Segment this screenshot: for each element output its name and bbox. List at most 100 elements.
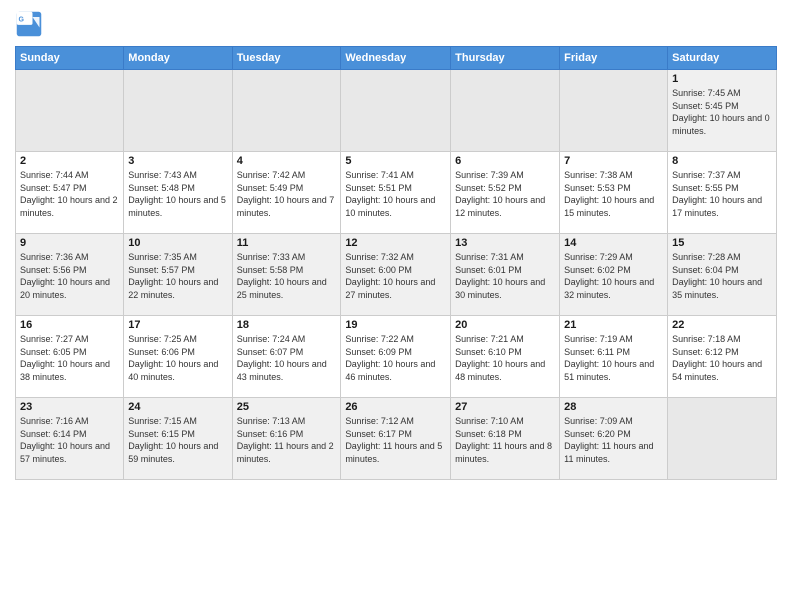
day-number: 27 xyxy=(455,401,555,413)
logo: G xyxy=(15,10,47,38)
day-info: Sunrise: 7:37 AM Sunset: 5:55 PM Dayligh… xyxy=(672,169,772,219)
calendar-week-row: 9 Sunrise: 7:36 AM Sunset: 5:56 PM Daylig… xyxy=(16,234,777,316)
day-number: 3 xyxy=(128,155,227,167)
day-info: Sunrise: 7:36 AM Sunset: 5:56 PM Dayligh… xyxy=(20,251,119,301)
day-info: Sunrise: 7:31 AM Sunset: 6:01 PM Dayligh… xyxy=(455,251,555,301)
day-header-saturday: Saturday xyxy=(668,47,777,70)
day-info: Sunrise: 7:22 AM Sunset: 6:09 PM Dayligh… xyxy=(345,333,446,383)
day-info: Sunrise: 7:13 AM Sunset: 6:16 PM Dayligh… xyxy=(237,415,337,465)
day-number: 13 xyxy=(455,237,555,249)
calendar-header-row: SundayMondayTuesdayWednesdayThursdayFrid… xyxy=(16,47,777,70)
calendar-day: 13 Sunrise: 7:31 AM Sunset: 6:01 PM Dayli… xyxy=(451,234,560,316)
day-header-tuesday: Tuesday xyxy=(232,47,341,70)
calendar-day: 7Sunrise: 7:38 AM Sunset: 5:53 PM Daylig… xyxy=(560,152,668,234)
day-info: Sunrise: 7:16 AM Sunset: 6:14 PM Dayligh… xyxy=(20,415,119,465)
day-number: 17 xyxy=(128,319,227,331)
calendar-day: 28 Sunrise: 7:09 AM Sunset: 6:20 PM Dayli… xyxy=(560,398,668,480)
day-number: 20 xyxy=(455,319,555,331)
calendar-week-row: 23 Sunrise: 7:16 AM Sunset: 6:14 PM Dayli… xyxy=(16,398,777,480)
calendar-day: 26 Sunrise: 7:12 AM Sunset: 6:17 PM Dayli… xyxy=(341,398,451,480)
day-number: 25 xyxy=(237,401,337,413)
day-number: 21 xyxy=(564,319,663,331)
calendar-day: 9 Sunrise: 7:36 AM Sunset: 5:56 PM Daylig… xyxy=(16,234,124,316)
day-info: Sunrise: 7:24 AM Sunset: 6:07 PM Dayligh… xyxy=(237,333,337,383)
day-info: Sunrise: 7:18 AM Sunset: 6:12 PM Dayligh… xyxy=(672,333,772,383)
day-info: Sunrise: 7:32 AM Sunset: 6:00 PM Dayligh… xyxy=(345,251,446,301)
day-info: Sunrise: 7:33 AM Sunset: 5:58 PM Dayligh… xyxy=(237,251,337,301)
calendar-day: 14 Sunrise: 7:29 AM Sunset: 6:02 PM Dayli… xyxy=(560,234,668,316)
calendar-day xyxy=(560,70,668,152)
day-info: Sunrise: 7:28 AM Sunset: 6:04 PM Dayligh… xyxy=(672,251,772,301)
calendar-day: 12Sunrise: 7:32 AM Sunset: 6:00 PM Dayli… xyxy=(341,234,451,316)
day-number: 23 xyxy=(20,401,119,413)
day-number: 10 xyxy=(128,237,227,249)
day-info: Sunrise: 7:27 AM Sunset: 6:05 PM Dayligh… xyxy=(20,333,119,383)
day-info: Sunrise: 7:42 AM Sunset: 5:49 PM Dayligh… xyxy=(237,169,337,219)
day-number: 16 xyxy=(20,319,119,331)
day-number: 1 xyxy=(672,73,772,85)
day-number: 26 xyxy=(345,401,446,413)
day-number: 8 xyxy=(672,155,772,167)
calendar-day: 18 Sunrise: 7:24 AM Sunset: 6:07 PM Dayli… xyxy=(232,316,341,398)
calendar-week-row: 2 Sunrise: 7:44 AM Sunset: 5:47 PM Daylig… xyxy=(16,152,777,234)
day-number: 2 xyxy=(20,155,119,167)
calendar-week-row: 1 Sunrise: 7:45 AM Sunset: 5:45 PM Daylig… xyxy=(16,70,777,152)
calendar-day xyxy=(16,70,124,152)
day-info: Sunrise: 7:41 AM Sunset: 5:51 PM Dayligh… xyxy=(345,169,446,219)
calendar-day xyxy=(341,70,451,152)
day-info: Sunrise: 7:12 AM Sunset: 6:17 PM Dayligh… xyxy=(345,415,446,465)
day-info: Sunrise: 7:10 AM Sunset: 6:18 PM Dayligh… xyxy=(455,415,555,465)
day-number: 9 xyxy=(20,237,119,249)
day-number: 11 xyxy=(237,237,337,249)
day-info: Sunrise: 7:43 AM Sunset: 5:48 PM Dayligh… xyxy=(128,169,227,219)
day-number: 4 xyxy=(237,155,337,167)
calendar-day xyxy=(668,398,777,480)
day-info: Sunrise: 7:35 AM Sunset: 5:57 PM Dayligh… xyxy=(128,251,227,301)
svg-text:G: G xyxy=(19,16,25,23)
day-header-thursday: Thursday xyxy=(451,47,560,70)
day-number: 15 xyxy=(672,237,772,249)
day-info: Sunrise: 7:45 AM Sunset: 5:45 PM Dayligh… xyxy=(672,87,772,137)
calendar-day: 17 Sunrise: 7:25 AM Sunset: 6:06 PM Dayli… xyxy=(124,316,232,398)
day-number: 22 xyxy=(672,319,772,331)
calendar: SundayMondayTuesdayWednesdayThursdayFrid… xyxy=(15,46,777,480)
day-number: 5 xyxy=(345,155,446,167)
calendar-day: 1 Sunrise: 7:45 AM Sunset: 5:45 PM Daylig… xyxy=(668,70,777,152)
calendar-day xyxy=(451,70,560,152)
day-number: 18 xyxy=(237,319,337,331)
day-info: Sunrise: 7:15 AM Sunset: 6:15 PM Dayligh… xyxy=(128,415,227,465)
calendar-day: 24 Sunrise: 7:15 AM Sunset: 6:15 PM Dayli… xyxy=(124,398,232,480)
logo-icon: G xyxy=(15,10,43,38)
calendar-day: 2 Sunrise: 7:44 AM Sunset: 5:47 PM Daylig… xyxy=(16,152,124,234)
calendar-day xyxy=(232,70,341,152)
calendar-day: 22 Sunrise: 7:18 AM Sunset: 6:12 PM Dayli… xyxy=(668,316,777,398)
day-header-friday: Friday xyxy=(560,47,668,70)
day-number: 6 xyxy=(455,155,555,167)
day-number: 24 xyxy=(128,401,227,413)
day-number: 28 xyxy=(564,401,663,413)
calendar-day: 3 Sunrise: 7:43 AM Sunset: 5:48 PM Daylig… xyxy=(124,152,232,234)
day-header-monday: Monday xyxy=(124,47,232,70)
calendar-day: 19Sunrise: 7:22 AM Sunset: 6:09 PM Dayli… xyxy=(341,316,451,398)
calendar-day: 4 Sunrise: 7:42 AM Sunset: 5:49 PM Daylig… xyxy=(232,152,341,234)
day-info: Sunrise: 7:44 AM Sunset: 5:47 PM Dayligh… xyxy=(20,169,119,219)
calendar-day xyxy=(124,70,232,152)
day-info: Sunrise: 7:19 AM Sunset: 6:11 PM Dayligh… xyxy=(564,333,663,383)
day-info: Sunrise: 7:29 AM Sunset: 6:02 PM Dayligh… xyxy=(564,251,663,301)
calendar-week-row: 16 Sunrise: 7:27 AM Sunset: 6:05 PM Dayli… xyxy=(16,316,777,398)
day-info: Sunrise: 7:09 AM Sunset: 6:20 PM Dayligh… xyxy=(564,415,663,465)
calendar-day: 23 Sunrise: 7:16 AM Sunset: 6:14 PM Dayli… xyxy=(16,398,124,480)
calendar-day: 20 Sunrise: 7:21 AM Sunset: 6:10 PM Dayli… xyxy=(451,316,560,398)
day-number: 14 xyxy=(564,237,663,249)
calendar-day: 11 Sunrise: 7:33 AM Sunset: 5:58 PM Dayli… xyxy=(232,234,341,316)
calendar-day: 10 Sunrise: 7:35 AM Sunset: 5:57 PM Dayli… xyxy=(124,234,232,316)
day-info: Sunrise: 7:25 AM Sunset: 6:06 PM Dayligh… xyxy=(128,333,227,383)
day-header-wednesday: Wednesday xyxy=(341,47,451,70)
calendar-day: 21 Sunrise: 7:19 AM Sunset: 6:11 PM Dayli… xyxy=(560,316,668,398)
day-info: Sunrise: 7:21 AM Sunset: 6:10 PM Dayligh… xyxy=(455,333,555,383)
calendar-day: 27 Sunrise: 7:10 AM Sunset: 6:18 PM Dayli… xyxy=(451,398,560,480)
day-number: 7 xyxy=(564,155,663,167)
calendar-day: 25 Sunrise: 7:13 AM Sunset: 6:16 PM Dayli… xyxy=(232,398,341,480)
day-header-sunday: Sunday xyxy=(16,47,124,70)
day-info: Sunrise: 7:39 AM Sunset: 5:52 PM Dayligh… xyxy=(455,169,555,219)
